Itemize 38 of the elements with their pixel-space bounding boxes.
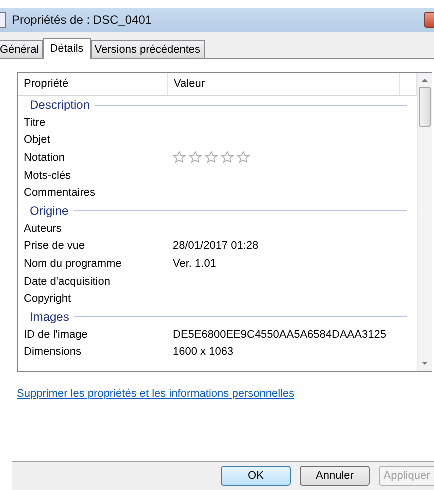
property-name: Dimensions — [24, 346, 82, 358]
property-name: Copyright — [24, 293, 72, 306]
tab[interactable]: Détails — [43, 38, 91, 59]
property-name: ID de l'image — [24, 328, 89, 341]
window-title: Propriétés de : DSC_0401 — [12, 13, 154, 27]
star-icon — [205, 151, 218, 164]
scrollbar[interactable] — [417, 73, 432, 371]
property-name: Titre — [24, 116, 47, 129]
property-name: Date d'acquisition — [24, 276, 112, 288]
window-icon — [0, 12, 6, 28]
property-name: Mots-clés — [24, 170, 72, 182]
column-header[interactable]: Valeur — [168, 73, 400, 95]
section-heading: Origine — [29, 204, 69, 218]
property-name: Auteurs — [24, 222, 63, 235]
star-rating[interactable] — [173, 151, 250, 164]
column-header[interactable]: Propriété — [18, 73, 168, 95]
remove-properties-link[interactable]: Supprimer les propriétés et les informations personnelles — [17, 388, 295, 400]
property-value: 1600 x 1063 — [173, 346, 234, 358]
property-value: 28/01/2017 01:28 — [173, 240, 259, 252]
star-icon — [237, 151, 250, 164]
star-icon — [189, 151, 202, 164]
star-icon — [173, 151, 186, 164]
scroll-thumb[interactable] — [419, 87, 431, 127]
dialog-button[interactable]: Annuler — [300, 466, 370, 486]
property-name: Prise de vue — [24, 240, 86, 252]
dialog-button[interactable]: OK — [221, 466, 291, 486]
property-value: Ver. 1.01 — [173, 258, 216, 270]
property-name: Notation — [24, 152, 66, 164]
tab[interactable]: Général — [0, 40, 44, 58]
close-button[interactable] — [424, 12, 434, 28]
section-heading: Images — [29, 310, 70, 324]
property-name: Commentaires — [24, 187, 97, 200]
property-name: Nom du programme — [24, 258, 123, 270]
property-value: DE5E6800EE9C4550AA5A6584DAAA3125 — [173, 328, 386, 341]
section-heading: Description — [29, 98, 90, 112]
tab[interactable]: Versions précédentes — [90, 40, 205, 58]
star-icon — [221, 151, 234, 164]
property-name: Objet — [24, 134, 52, 146]
